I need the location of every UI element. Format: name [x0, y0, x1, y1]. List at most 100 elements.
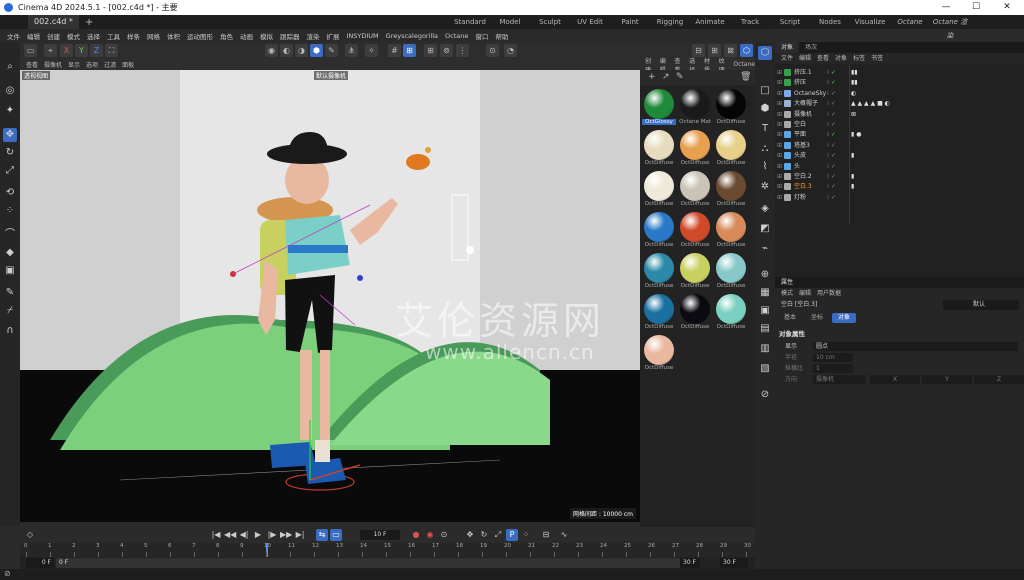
square-icon[interactable]: □	[758, 84, 772, 98]
material-swatch[interactable]: OctDiffuse	[678, 128, 712, 168]
menu-item[interactable]: 模式	[67, 31, 80, 41]
viewport-menu-item[interactable]: 显示	[68, 60, 80, 69]
layout-tab[interactable]: Nodes	[810, 15, 850, 43]
menu-item[interactable]: 体积	[167, 31, 180, 41]
expand-icon[interactable]: ⊞	[777, 110, 782, 120]
material-swatch[interactable]: OctDiffuse	[642, 210, 676, 250]
edit-icon[interactable]: ✎	[676, 72, 684, 82]
menu-item[interactable]: 编辑	[27, 31, 40, 41]
menu-item[interactable]: INSYDIUM	[347, 32, 379, 40]
viewport-solo-icon[interactable]: ⊙	[486, 44, 499, 57]
object-row[interactable]: ⊞ 空白 ⁞ ✓	[775, 120, 1024, 130]
menu-item[interactable]: 帮助	[495, 31, 508, 41]
rotation-key-button[interactable]: ↻	[478, 529, 490, 541]
object-menu-item[interactable]: 书签	[871, 53, 883, 64]
next-frame-button[interactable]: |▶	[266, 529, 278, 541]
viewport-menu-item[interactable]: 面板	[122, 60, 134, 69]
cloner-icon[interactable]: ⛬	[758, 142, 772, 156]
render-picture-icon[interactable]: ◐	[280, 44, 293, 57]
expand-icon[interactable]: ⊞	[777, 130, 782, 140]
knife-tool-icon[interactable]: ⌿	[3, 304, 17, 318]
menu-item[interactable]: 渲染	[307, 31, 320, 41]
effector-icon[interactable]: ✲	[758, 180, 772, 194]
polygons-mode-icon[interactable]: ◆	[3, 246, 17, 260]
menu-item[interactable]: 模拟	[260, 31, 273, 41]
object-menu-item[interactable]: 查看	[817, 53, 829, 64]
viewport-menu-item[interactable]: 查看	[26, 60, 38, 69]
point-level-key-button[interactable]: ⁘	[520, 529, 532, 541]
attribute-value[interactable]: 摄像机	[813, 375, 865, 384]
object-row[interactable]: ⊞ 空白.2 ⁞ ✓ ▮	[775, 172, 1024, 182]
expand-icon[interactable]: ⊞	[777, 120, 782, 130]
symmetry-icon[interactable]: ⊞	[424, 44, 437, 57]
locks-icon[interactable]: ⋮	[456, 44, 469, 57]
select-axis-icon[interactable]: ⌖	[44, 44, 57, 57]
go-to-end-button[interactable]: ▶|	[294, 529, 306, 541]
magnet-icon[interactable]: ∩	[3, 324, 17, 338]
maximize-button[interactable]: ☐	[961, 0, 991, 15]
object-panel-tab[interactable]: 场次	[799, 42, 823, 53]
workplane-icon[interactable]: ⊞	[403, 44, 416, 57]
menu-item[interactable]: Octane	[445, 32, 468, 40]
direction-axis-field[interactable]: Z	[974, 375, 1024, 384]
material-swatch[interactable]: OctDiffuse	[678, 210, 712, 250]
position-key-button[interactable]: ✥	[464, 529, 476, 541]
object-menu-item[interactable]: 标签	[853, 53, 865, 64]
attribute-value[interactable]: 圆点	[813, 342, 1018, 351]
visibility-flags-icon[interactable]: ⁞ ✓	[827, 99, 839, 109]
object-row[interactable]: ⊞ 塔基3 ⁞ ✓	[775, 141, 1024, 151]
expand-icon[interactable]: ⊞	[777, 68, 782, 78]
auto-key-button[interactable]: ◉	[424, 529, 436, 541]
guides-icon[interactable]: ⊚	[440, 44, 453, 57]
camera-icon[interactable]: ▣	[758, 304, 772, 318]
spline-object-icon[interactable]: ⌇	[758, 160, 772, 174]
object-row[interactable]: ⊞ 挤压 ⁞ ✓ ▮▮	[775, 78, 1024, 88]
layout-tab[interactable]: Visualize	[850, 15, 890, 43]
attribute-value[interactable]: 10 cm	[813, 353, 853, 362]
viewport-menu-item[interactable]: 过滤	[104, 60, 116, 69]
lock-y-axis-button[interactable]: Y	[75, 44, 88, 57]
attribute-menu-item[interactable]: 模式	[781, 288, 793, 299]
3d-viewport[interactable]: 透视视图 默认摄像机 艾伦资源网 www.allencn.cn 网格间距 : 1…	[20, 70, 640, 522]
range-start-field[interactable]: 0 F	[26, 558, 54, 568]
range-end-field[interactable]: 30 F	[720, 558, 748, 568]
object-panel-tab[interactable]: 对象	[775, 42, 800, 53]
visibility-flags-icon[interactable]: ⁞ ✓	[827, 89, 839, 99]
scale-tool-icon[interactable]: ⤢	[3, 164, 17, 178]
search-icon[interactable]: ⌕	[3, 60, 17, 74]
material-menu-item[interactable]: Octane	[733, 61, 755, 68]
film-icon[interactable]: ▦	[758, 286, 772, 300]
uv-mode-icon[interactable]: ▣	[3, 264, 17, 278]
globe-icon[interactable]: ⊕	[758, 268, 772, 282]
menu-item[interactable]: 角色	[220, 31, 233, 41]
add-material-icon[interactable]: +	[648, 72, 656, 82]
paint-brush-icon[interactable]: ✎	[3, 286, 17, 300]
material-swatch[interactable]: OctDiffuse	[642, 128, 676, 168]
add-tab-button[interactable]: +	[85, 17, 93, 28]
dopesheet-button[interactable]: ⊟	[540, 529, 552, 541]
loop-button[interactable]: ⇆	[316, 529, 328, 541]
object-row[interactable]: ⊞ 挤压.1 ⁞ ✓ ▮▮	[775, 68, 1024, 78]
expand-icon[interactable]: ⊞	[777, 162, 782, 172]
material-swatch[interactable]: OctDiffuse	[714, 292, 748, 332]
attribute-tab[interactable]: 基本	[778, 313, 802, 323]
rotate-tool-icon[interactable]: ↻	[3, 146, 17, 160]
range-end-inner[interactable]: 30 F	[680, 558, 700, 568]
cube-object-icon[interactable]: ⬢	[758, 102, 772, 116]
field-icon[interactable]: ◩	[758, 222, 772, 236]
visibility-flags-icon[interactable]: ⁞ ✓	[827, 120, 839, 130]
object-row[interactable]: ⊞ 空白.3 ⁞ ✓ ▮	[775, 182, 1024, 192]
object-row[interactable]: ⊞ 灯粉 ⁞ ✓	[775, 193, 1024, 203]
deformer-icon[interactable]: ✧	[365, 44, 378, 57]
tag-icon[interactable]: ▥	[758, 342, 772, 356]
material-swatch[interactable]: OctDiffuse	[714, 210, 748, 250]
spline-pen-icon[interactable]: ⊘	[758, 388, 772, 402]
lock-x-axis-button[interactable]: X	[60, 44, 73, 57]
live-select-icon[interactable]: ✦	[3, 104, 17, 118]
object-row[interactable]: ⊞ 大概帽子 ⁞ ✓ ▲ ▲ ▲ ▲ ■ ◐	[775, 99, 1024, 109]
object-row[interactable]: ⊞ 头 ⁞ ✓	[775, 162, 1024, 172]
viewport-menu-item[interactable]: 选项	[86, 60, 98, 69]
visibility-flags-icon[interactable]: ⁞ ✓	[827, 141, 839, 151]
expand-icon[interactable]: ⊞	[777, 151, 782, 161]
mograph-icon[interactable]: ⋔	[345, 44, 358, 57]
